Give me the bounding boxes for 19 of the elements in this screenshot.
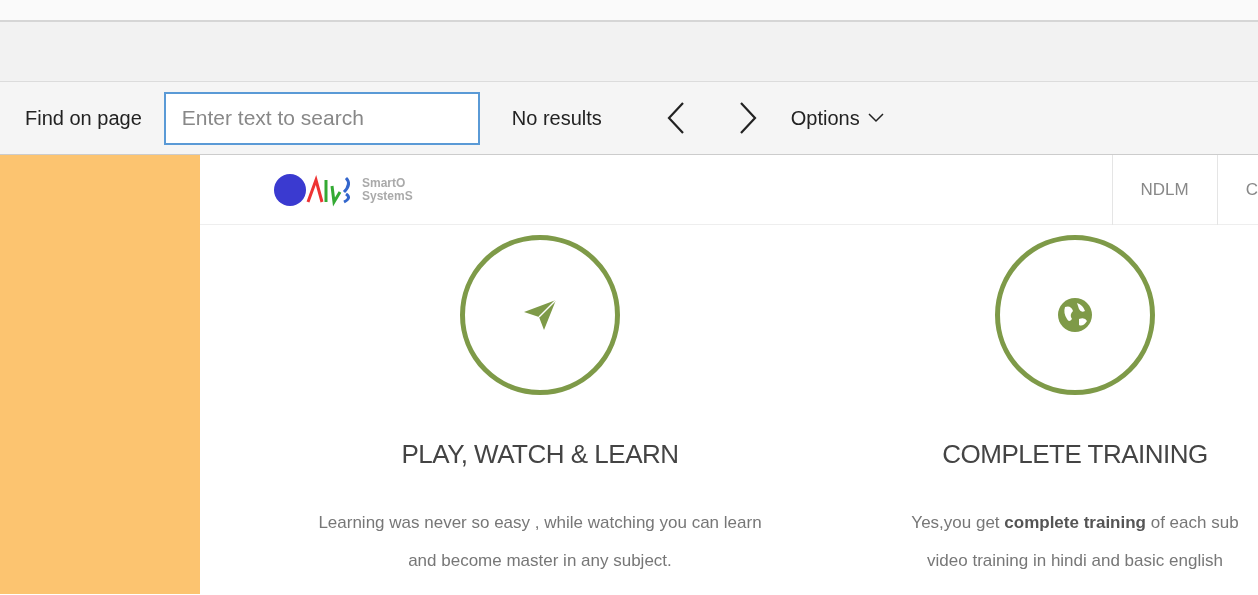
paper-plane-icon	[522, 298, 558, 332]
globe-icon	[1057, 297, 1093, 333]
feature-text: Learning was never so easy , while watching you can learn	[318, 512, 762, 534]
feature-text: Yes,you get complete training of each sub	[911, 512, 1239, 534]
feature-text: and become master in any subject.	[407, 550, 673, 572]
next-button[interactable]	[737, 101, 758, 135]
feature-text: video training in hindi and basic english	[926, 550, 1224, 572]
search-field[interactable]: Enter text to search	[163, 91, 480, 145]
caret-icon	[867, 113, 884, 123]
result-count: No results	[511, 106, 602, 131]
options-button[interactable]: Options	[790, 103, 884, 133]
find-label: Find on page	[25, 106, 142, 131]
previous-button[interactable]	[665, 101, 686, 135]
logo-text: SystemS	[362, 189, 413, 203]
feature-title: COMPLETE TRAINING	[942, 438, 1208, 471]
nav-link[interactable]: NDLM	[1111, 155, 1217, 225]
nav-link[interactable]: C	[1216, 155, 1258, 225]
feature-title: PLAY, WATCH & LEARN	[401, 438, 679, 471]
logo-text: SmartO	[362, 176, 407, 190]
